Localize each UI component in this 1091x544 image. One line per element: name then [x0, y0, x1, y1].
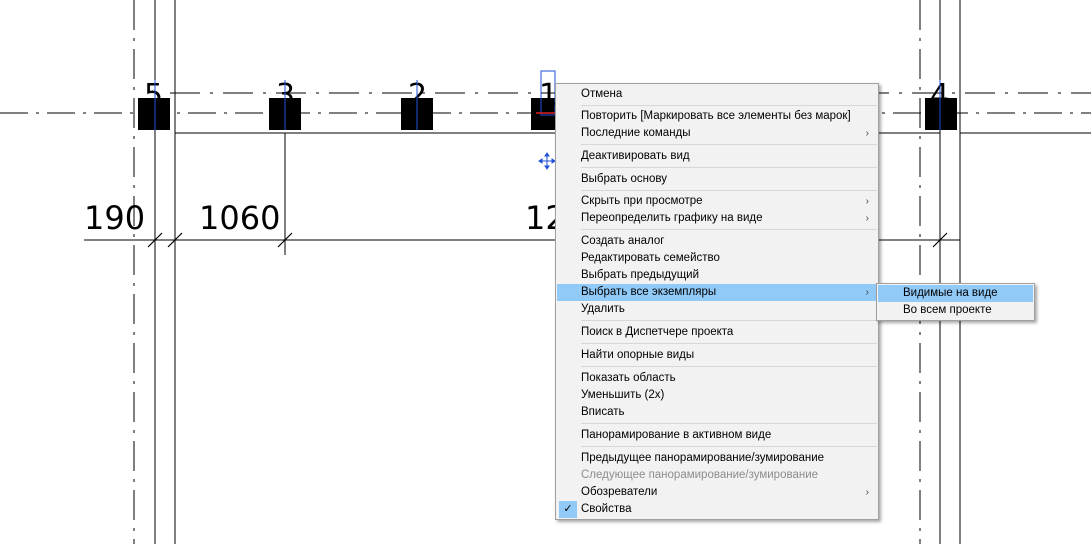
menu-item-zoom-out[interactable]: Уменьшить (2x) [557, 387, 877, 404]
menu-item-label: Найти опорные виды [581, 349, 695, 361]
chevron-right-icon: › [865, 196, 869, 207]
menu-item-label: Выбрать все экземпляры [581, 286, 717, 298]
menu-item-recent-commands[interactable]: Последние команды › [557, 125, 877, 142]
menu-item-select-host[interactable]: Выбрать основу [557, 171, 877, 188]
menu-item-delete[interactable]: Удалить [557, 301, 877, 318]
menu-separator [581, 229, 877, 230]
grid-tag-number: 2 [408, 78, 427, 113]
menu-separator [581, 423, 877, 424]
menu-separator [581, 167, 877, 168]
menu-item-label: Обозреватели [581, 486, 658, 498]
menu-item-label: Выбрать основу [581, 173, 668, 185]
menu-separator [581, 366, 877, 367]
menu-item-create-similar[interactable]: Создать аналог [557, 233, 877, 250]
menu-item-label: Предыдущее панорамирование/зумирование [581, 452, 825, 464]
menu-item-deactivate-view[interactable]: Деактивировать вид [557, 148, 877, 165]
chevron-right-icon: › [865, 487, 869, 498]
menu-item-edit-family[interactable]: Редактировать семейство [557, 250, 877, 267]
submenu-select-all-instances: Видимые на виде Во всем проекте [876, 283, 1035, 321]
menu-item-label: Деактивировать вид [581, 150, 690, 162]
menu-item-label: Панорамирование в активном виде [581, 429, 772, 441]
menu-item-label: Удалить [581, 303, 625, 315]
chevron-right-icon: › [865, 287, 869, 298]
menu-item-label: Поиск в Диспетчере проекта [581, 326, 734, 338]
menu-item-label: Последние команды [581, 127, 691, 139]
menu-item-label: Редактировать семейство [581, 252, 720, 264]
menu-item-select-previous[interactable]: Выбрать предыдущий [557, 267, 877, 284]
context-menu: Отмена Повторить [Маркировать все элемен… [555, 83, 879, 520]
menu-item-cancel[interactable]: Отмена [557, 86, 877, 103]
menu-item-find-referring-views[interactable]: Найти опорные виды [557, 347, 877, 364]
menu-item-label: Свойства [581, 503, 632, 515]
menu-item-override-graphics[interactable]: Переопределить графику на виде › [557, 210, 877, 227]
menu-item-label: Отмена [581, 88, 623, 100]
menu-item-label: Выбрать предыдущий [581, 269, 700, 281]
menu-item-label: Видимые на виде [903, 287, 998, 299]
menu-separator [581, 446, 877, 447]
menu-item-hide-in-view[interactable]: Скрыть при просмотре › [557, 193, 877, 210]
menu-item-next-pan-zoom: Следующее панорамирование/зумирование [557, 467, 877, 484]
menu-item-label: Уменьшить (2x) [581, 389, 665, 401]
menu-item-label: Создать аналог [581, 235, 665, 247]
submenu-item-in-entire-project[interactable]: Во всем проекте [878, 302, 1033, 319]
chevron-right-icon: › [865, 213, 869, 224]
menu-item-browsers[interactable]: Обозреватели › [557, 484, 877, 501]
menu-item-label: Показать область [581, 372, 676, 384]
menu-item-label: Вписать [581, 406, 625, 418]
menu-item-select-all-instances[interactable]: Выбрать все экземпляры › [557, 284, 877, 301]
menu-item-label: Скрыть при просмотре [581, 195, 703, 207]
menu-item-properties[interactable]: ✓ Свойства [557, 501, 877, 518]
submenu-item-visible-in-view[interactable]: Видимые на виде [878, 285, 1033, 302]
chevron-right-icon: › [865, 128, 869, 139]
checkmark-icon: ✓ [559, 501, 577, 518]
grid-tag[interactable]: 2 [401, 78, 433, 130]
grid-tag-number: 5 [144, 78, 163, 113]
dimension-text: 1060 [199, 199, 280, 237]
dimension-text: 190 [84, 199, 145, 237]
menu-separator [581, 105, 877, 106]
menu-item-label: Во всем проекте [903, 304, 992, 316]
menu-item-find-in-browser[interactable]: Поиск в Диспетчере проекта [557, 324, 877, 341]
menu-item-label: Следующее панорамирование/зумирование [581, 469, 819, 481]
move-icon[interactable] [538, 152, 556, 170]
menu-separator [581, 190, 877, 191]
menu-item-repeat[interactable]: Повторить [Маркировать все элементы без … [557, 108, 877, 125]
menu-item-zoom-to-fit[interactable]: Вписать [557, 404, 877, 421]
menu-item-previous-pan-zoom[interactable]: Предыдущее панорамирование/зумирование [557, 450, 877, 467]
menu-item-label: Повторить [Маркировать все элементы без … [581, 110, 851, 122]
menu-separator [581, 320, 877, 321]
menu-item-zoom-in-region[interactable]: Показать область [557, 370, 877, 387]
menu-separator [581, 144, 877, 145]
menu-item-pan-active-view[interactable]: Панорамирование в активном виде [557, 427, 877, 444]
menu-separator [581, 343, 877, 344]
grid-tag-number: 3 [276, 78, 295, 113]
grid-tag[interactable]: 5 [138, 78, 170, 130]
grid-tag[interactable]: 3 [269, 78, 301, 130]
grid-tag[interactable]: 4 [925, 78, 957, 130]
drawing-canvas[interactable]: 190 1060 12 5 3 2 1 4 [0, 0, 1091, 544]
menu-item-label: Переопределить графику на виде [581, 212, 763, 224]
